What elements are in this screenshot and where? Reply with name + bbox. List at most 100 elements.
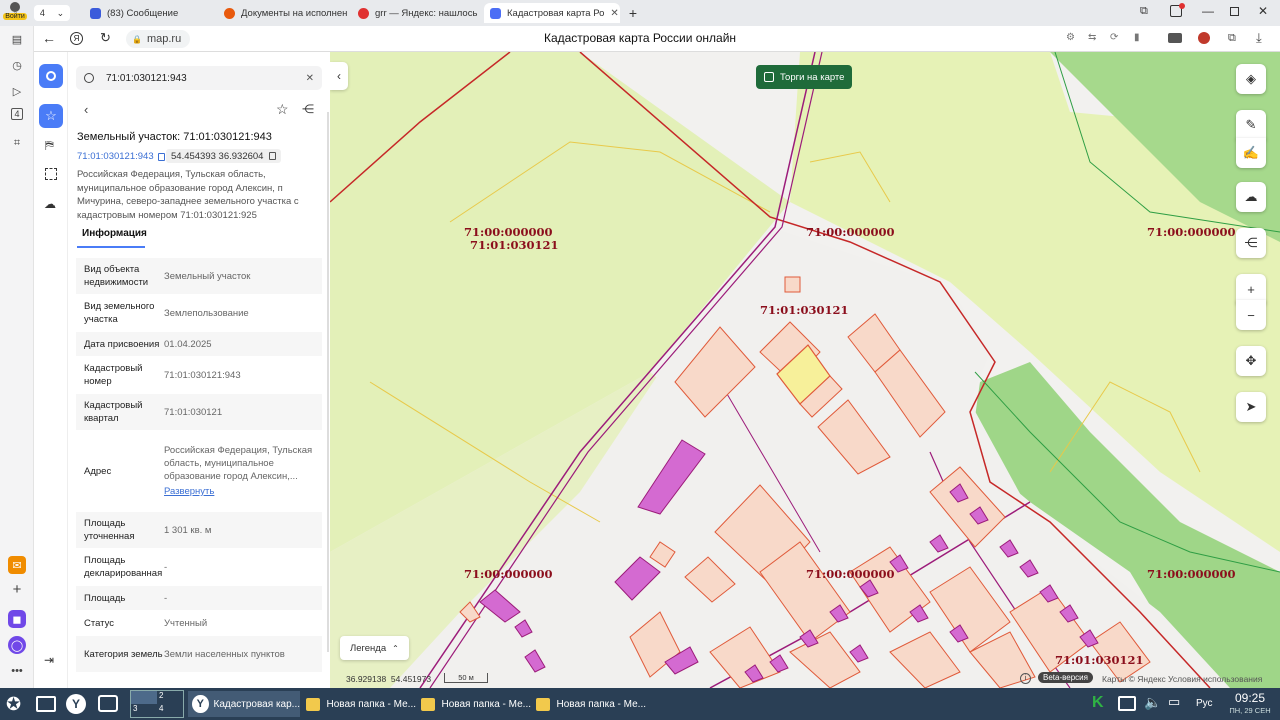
profile-button[interactable]: Войти — [3, 2, 27, 24]
screenshot-icon[interactable]: ⌗ — [8, 134, 26, 152]
torgi-toggle[interactable]: Торги на карте — [756, 65, 853, 89]
cadastral-number-link[interactable]: 71:01:030121:943 — [77, 151, 165, 162]
extensions-icon[interactable]: ⚙ — [1066, 32, 1075, 43]
mail-app-icon[interactable]: ✉ — [8, 556, 26, 574]
clock[interactable]: 09:25 — [1226, 691, 1274, 705]
play-icon[interactable]: ▷ — [8, 82, 26, 100]
volume-icon[interactable]: 🔈 — [1144, 694, 1161, 711]
collections-icon[interactable]: ⧉ — [1228, 32, 1236, 45]
edit-button[interactable]: ✍ — [1236, 138, 1266, 168]
show-desktop-icon[interactable] — [36, 696, 56, 712]
keyboard-layout[interactable]: Рус — [1196, 698, 1213, 709]
messenger-icon[interactable]: ◼ — [8, 610, 26, 628]
start-menu-icon[interactable]: ✪ — [6, 694, 21, 714]
bookmark-icon[interactable]: ▮ — [1134, 32, 1140, 43]
tab-yandex-search[interactable]: grr — Яндекс: нашлось — [352, 3, 482, 23]
translate-icon[interactable]: ⇆ — [1088, 32, 1096, 43]
workspace-3[interactable]: 3 — [131, 704, 157, 717]
download-icon[interactable]: ⤓ — [1256, 30, 1262, 46]
cloud-icon[interactable]: ☁ — [44, 197, 56, 211]
network-icon[interactable]: ▭ — [1168, 694, 1180, 710]
search-input[interactable]: 71:01:030121:943 — [106, 73, 306, 84]
taskbar-window-folder[interactable]: Новая папка - Ме... — [421, 691, 531, 717]
pan-button[interactable]: ✥ — [1236, 346, 1266, 376]
workspace-2[interactable]: 2 — [157, 691, 183, 704]
favorites-icon[interactable]: ☆ — [39, 104, 63, 128]
tab-cadastral-map[interactable]: Кадастровая карта Ро ✕ — [484, 3, 620, 23]
tab-documents[interactable]: Документы на исполнен — [218, 3, 348, 23]
prop-row: Дата присвоения 01.04.2025 — [76, 332, 322, 356]
tab-count: 4 — [39, 8, 45, 18]
sync-icon[interactable]: ⟳ — [1110, 32, 1118, 43]
logout-icon[interactable]: ⇥ — [44, 653, 54, 667]
share-icon[interactable]: ⋲ — [302, 102, 314, 116]
new-tab-button[interactable]: + — [624, 4, 642, 22]
layers-button[interactable]: ◈ — [1236, 64, 1266, 94]
wallet-icon[interactable] — [1168, 33, 1182, 43]
kvartal-label: 71:00:000000 — [806, 225, 895, 239]
printer-icon[interactable] — [1118, 696, 1136, 711]
alice-icon[interactable]: ◯ — [8, 636, 26, 654]
measure-icon[interactable]: ⛿ — [45, 138, 54, 153]
copyright: Карты © Яндекс — [1102, 674, 1166, 684]
calendar-icon[interactable]: 4 — [11, 108, 23, 120]
clear-search-icon[interactable]: ✕ — [306, 73, 314, 84]
add-icon[interactable]: + — [8, 580, 26, 598]
close-window-button[interactable]: ✕ — [1258, 4, 1268, 18]
taskbar-window-browser[interactable]: Y Кадастровая кар... — [188, 691, 300, 717]
copy-icon[interactable] — [269, 152, 277, 160]
workspace-1[interactable]: 1 — [131, 691, 157, 704]
star-icon[interactable]: ☆ — [276, 101, 289, 118]
layers-icon: ◈ — [1246, 71, 1256, 86]
copy-icon[interactable] — [157, 152, 165, 161]
tab-messages[interactable]: (83) Сообщение — [84, 3, 214, 23]
draw-button[interactable]: ✎ — [1236, 110, 1266, 140]
tab-count-button[interactable]: 4 ⌄ — [34, 5, 70, 21]
date[interactable]: ПН, 29 СЕН — [1222, 706, 1278, 715]
collapse-panel-button[interactable]: ‹ — [330, 62, 348, 90]
cadastral-map[interactable]: 71:00:000000 71:01:030121 71:00:000000 7… — [330, 52, 1280, 688]
panel-scrollbar[interactable] — [327, 112, 329, 652]
coords-chip[interactable]: 54.454393 36.932604 — [166, 149, 282, 163]
back-button[interactable]: ← — [42, 30, 56, 46]
edit-icon: ✍ — [1242, 145, 1260, 160]
locate-button[interactable]: ➤ — [1236, 392, 1266, 422]
close-tab-icon[interactable]: ✕ — [610, 8, 618, 19]
maximize-button[interactable] — [1230, 7, 1239, 16]
notifications-icon[interactable] — [1170, 3, 1185, 17]
search-box[interactable]: 71:01:030121:943 ✕ — [76, 66, 322, 90]
taskbar-window-folder[interactable]: Новая папка - Ме... — [536, 691, 646, 717]
collections-icon[interactable]: ▤ — [8, 30, 26, 48]
yandex-browser-icon[interactable]: Y — [66, 694, 86, 714]
yandex-icon[interactable]: Я — [70, 32, 83, 45]
app-logo-icon[interactable] — [39, 64, 63, 88]
workspace-switcher[interactable]: 1 2 3 4 — [130, 690, 184, 718]
land-parcel — [784, 276, 801, 293]
map-canvas[interactable]: 71:00:000000 71:01:030121 71:00:000000 7… — [330, 52, 1280, 688]
terms-link[interactable]: Условия использования — [1168, 674, 1262, 684]
legend-button[interactable]: Легенда ⌃ — [340, 636, 409, 660]
workspace-4[interactable]: 4 — [157, 704, 183, 717]
back-arrow-icon[interactable]: ‹ — [84, 102, 88, 117]
share-map-button[interactable]: ⋲ — [1236, 228, 1266, 258]
minimize-button[interactable]: — — [1202, 4, 1214, 18]
taskbar-window-folder[interactable]: Новая папка - Ме... — [306, 691, 416, 717]
taskbar: ✪ Y 1 2 3 4 Y Кадастровая кар... Новая п… — [0, 688, 1280, 720]
reload-button[interactable]: ↻ — [100, 30, 111, 46]
zoom-out-button[interactable]: − — [1236, 300, 1266, 330]
info-icon[interactable]: i — [1020, 673, 1031, 684]
more-icon[interactable]: ••• — [8, 662, 26, 680]
prop-value: 1 301 кв. м — [164, 524, 212, 536]
bookmarks-icon[interactable]: ⧉ — [1140, 5, 1148, 18]
chevron-down-icon: ⌄ — [56, 7, 65, 18]
upload-button[interactable]: ☁ — [1236, 182, 1266, 212]
url-field[interactable]: 🔒 map.ru — [126, 30, 190, 48]
kaspersky-icon[interactable]: K — [1092, 694, 1104, 712]
extension-icon[interactable] — [1198, 32, 1210, 44]
select-area-icon[interactable] — [45, 168, 57, 180]
tab-information[interactable]: Информация — [77, 228, 147, 248]
expand-link[interactable]: Развернуть — [164, 485, 322, 498]
prop-value: Учтенный — [164, 617, 208, 629]
history-icon[interactable]: ◷ — [8, 56, 26, 74]
file-manager-icon[interactable] — [98, 695, 118, 712]
